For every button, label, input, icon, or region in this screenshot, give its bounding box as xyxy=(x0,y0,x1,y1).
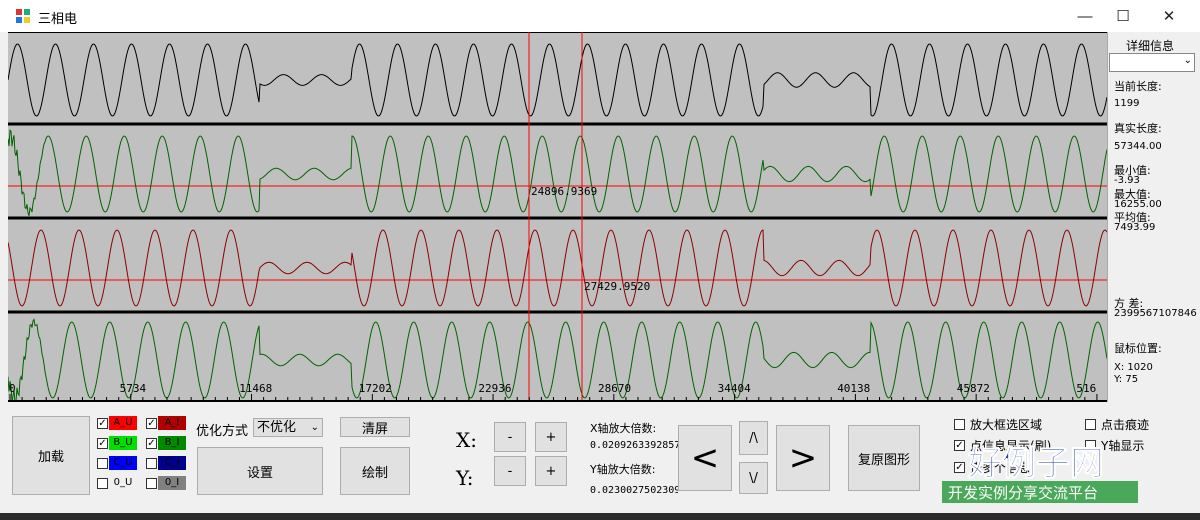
checkbox-box[interactable]: ✓ xyxy=(146,417,157,429)
clear-button[interactable]: 清屏 xyxy=(340,417,410,437)
axis-tick-label: 45872 xyxy=(957,382,990,395)
pan-right-button[interactable]: > xyxy=(776,425,830,491)
settings-button[interactable]: 设置 xyxy=(197,447,323,495)
y-zoom-factor-label: Y轴放大倍数: xyxy=(590,463,656,476)
avg-value: 7493.99 xyxy=(1114,222,1156,233)
detail-header: 详细信息 xyxy=(1126,39,1175,53)
variance-value: 2399567107846 xyxy=(1114,308,1197,319)
marker-value-c: 27429.9520 xyxy=(584,280,650,293)
channel-checkbox-b_u[interactable]: ✓ B_U xyxy=(97,436,137,450)
axis-tick-label: 40138 xyxy=(837,382,870,395)
channel-label: A_I xyxy=(158,416,186,430)
maximize-button[interactable]: ☐ xyxy=(1100,0,1146,32)
mouse-x: X: 1020 xyxy=(1114,362,1153,373)
trace-c xyxy=(8,229,1107,307)
detail-panel: 详细信息 ⌄ 当前长度: 1199 真实长度: 57344.00 最小值: -3… xyxy=(1107,32,1200,402)
chevron-up-icon: /\ xyxy=(749,430,758,446)
app-icon xyxy=(16,9,30,23)
channel-checkbox-0_u[interactable]: 0_U xyxy=(97,476,137,490)
close-button[interactable]: ✕ xyxy=(1146,0,1192,32)
current-length-label: 当前长度: xyxy=(1114,80,1162,93)
real-length-label: 真实长度: xyxy=(1114,122,1162,135)
pan-down-button[interactable]: \/ xyxy=(739,462,768,494)
min-value: -3.93 xyxy=(1114,175,1140,186)
y-zoom-out-button[interactable]: - xyxy=(494,456,526,486)
current-length-value: 1199 xyxy=(1114,98,1140,109)
channel-label: B_I xyxy=(158,436,186,450)
checkbox-box[interactable] xyxy=(97,457,108,469)
x-zoom-factor-label: X轴放大倍数: xyxy=(590,422,657,435)
channel-checkbox-a_i[interactable]: ✓ A_I xyxy=(146,416,186,430)
real-length-value: 57344.00 xyxy=(1114,141,1162,152)
channel-label: B_U xyxy=(109,436,137,450)
channel-checkbox-c_i[interactable]: C_I xyxy=(146,456,186,470)
y-zoom-in-button[interactable]: + xyxy=(535,456,567,486)
minimize-icon: — xyxy=(1077,7,1093,25)
x-zoom-out-button[interactable]: - xyxy=(494,422,526,452)
optimize-select[interactable]: 不优化 ⌄ xyxy=(253,418,323,437)
x-zoom-axis-label: X: xyxy=(456,428,477,452)
waveform-canvas[interactable]: 24896.9369 27429.9520 0 5734 11468 17202 229… xyxy=(8,32,1107,402)
marker-value-b: 24896.9369 xyxy=(531,185,597,198)
checkbox-box[interactable]: ✓ xyxy=(97,417,108,429)
draw-button[interactable]: 绘制 xyxy=(340,447,410,495)
channel-checkbox-0_i[interactable]: 0_I xyxy=(146,476,186,490)
mouse-y: Y: 75 xyxy=(1114,374,1139,385)
optimize-label: 优化方式 xyxy=(196,424,249,439)
axis-tick-label: 5734 xyxy=(120,382,147,395)
trace-b xyxy=(8,129,1107,216)
axis-tick-label: 34404 xyxy=(718,382,751,395)
checkbox-box[interactable]: ✓ xyxy=(146,437,157,449)
channel-checkbox-a_u[interactable]: ✓ A_U xyxy=(97,416,137,430)
channel-checkbox-b_i[interactable]: ✓ B_I xyxy=(146,436,186,450)
pan-up-button[interactable]: /\ xyxy=(739,421,768,455)
channel-label: 0_I xyxy=(158,476,186,490)
window-title: 三相电 xyxy=(38,11,78,26)
restore-button[interactable]: 复原图形 xyxy=(848,425,920,491)
watermark-logo: 好例子网 开发实例分享交流平台 xyxy=(942,444,1138,503)
chevron-down-icon: ⌄ xyxy=(1183,55,1192,66)
channel-label: 0_U xyxy=(109,476,137,490)
x-zoom-factor-value: 0.0209263392857 xyxy=(590,440,678,451)
trace-a xyxy=(8,43,1107,117)
checkbox-box[interactable] xyxy=(146,477,157,489)
y-zoom-axis-label: Y: xyxy=(456,466,474,490)
axis-tick-label: 22936 xyxy=(478,382,511,395)
channel-label: A_U xyxy=(109,416,137,430)
y-zoom-factor-value: 0.0230027502309 xyxy=(590,485,678,496)
trace-d xyxy=(8,318,1107,402)
axis-tick-label: 0 xyxy=(9,382,16,395)
channel-label: C_I xyxy=(158,456,186,470)
title-bar: 三相电 — ☐ ✕ xyxy=(0,0,1200,32)
axis-tick-label: 516 xyxy=(1076,382,1096,395)
detail-combo[interactable]: ⌄ xyxy=(1109,53,1195,72)
svg-text:开发实例分享交流平台: 开发实例分享交流平台 xyxy=(948,484,1098,502)
axis-tick-label: 28670 xyxy=(598,382,631,395)
close-icon: ✕ xyxy=(1162,8,1176,25)
pan-left-button[interactable]: < xyxy=(678,425,732,491)
chevron-left-icon: < xyxy=(690,438,720,478)
mouse-pos-label: 鼠标位置: xyxy=(1114,342,1162,355)
x-zoom-in-button[interactable]: + xyxy=(535,422,567,452)
chevron-right-icon: > xyxy=(788,438,818,478)
chevron-down-icon: ⌄ xyxy=(310,422,319,433)
checkbox-box[interactable] xyxy=(97,477,108,489)
checkbox-box[interactable]: ✓ xyxy=(97,437,108,449)
chevron-down-icon: \/ xyxy=(749,470,758,486)
load-button[interactable]: 加载 xyxy=(12,416,90,495)
channel-checkbox-c_u[interactable]: C_U xyxy=(97,456,137,470)
maximize-icon: ☐ xyxy=(1116,8,1130,25)
svg-text:好例子网: 好例子网 xyxy=(967,444,1104,484)
axis-tick-label: 17202 xyxy=(359,382,392,395)
channel-label: C_U xyxy=(109,456,137,470)
checkbox-box[interactable] xyxy=(146,457,157,469)
axis-tick-label: 11468 xyxy=(239,382,272,395)
